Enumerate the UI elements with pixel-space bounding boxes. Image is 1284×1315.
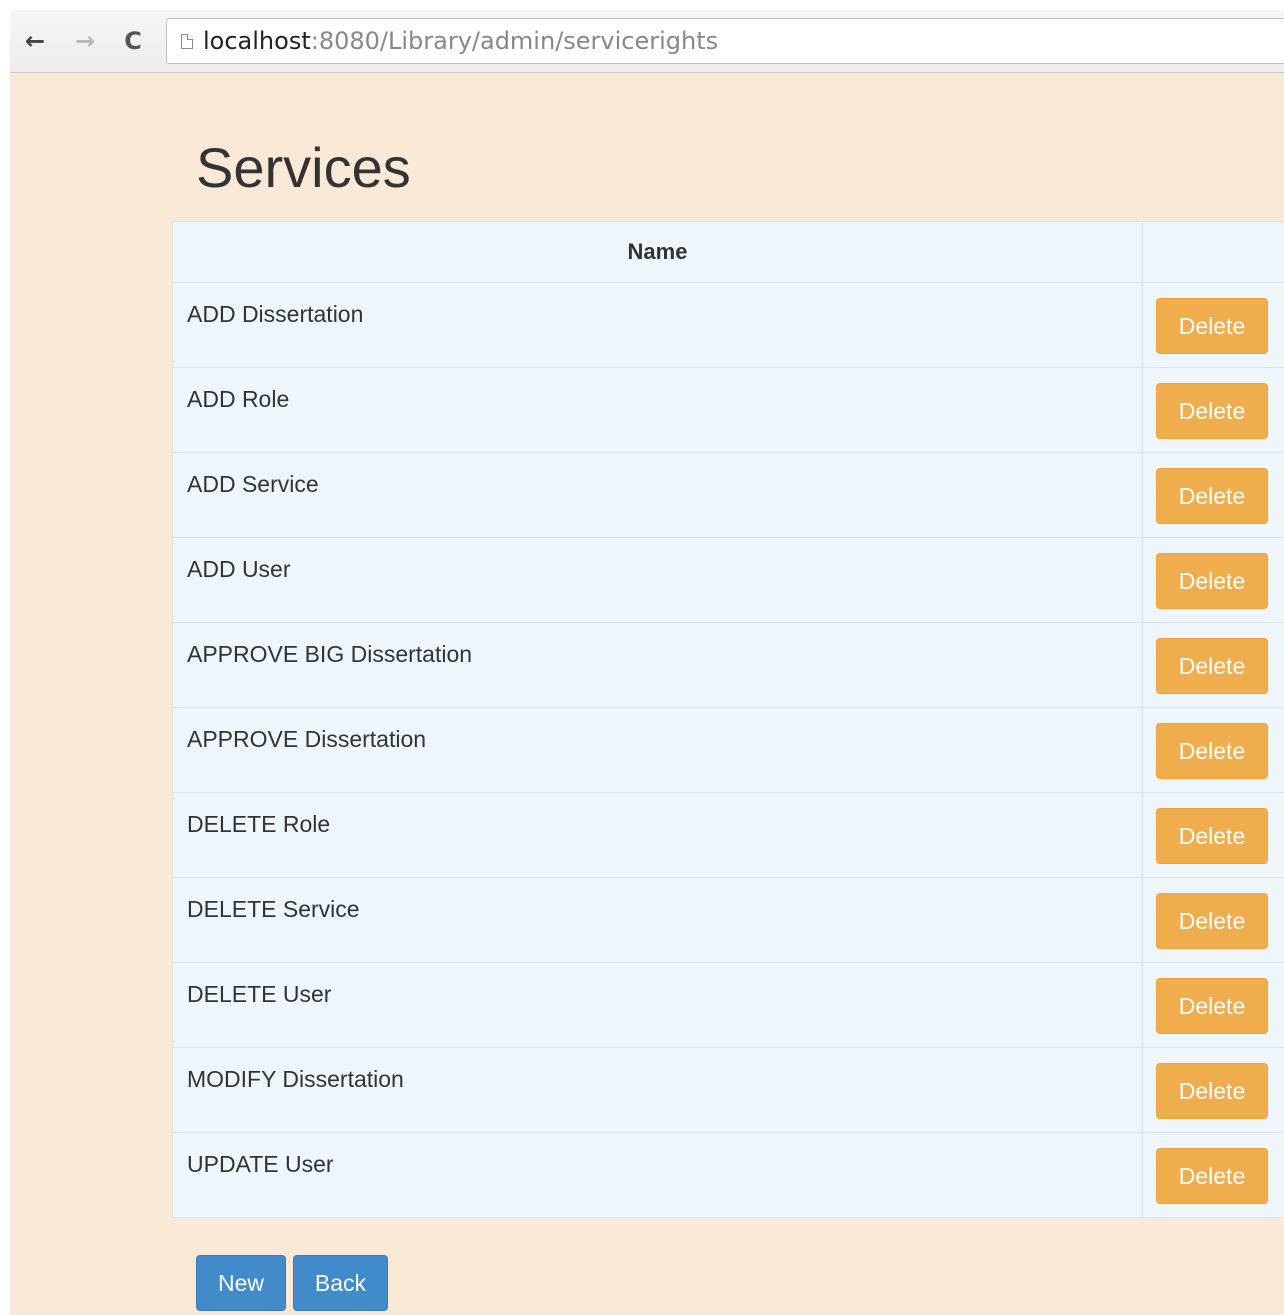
reload-icon[interactable]: C xyxy=(118,26,148,56)
delete-button[interactable]: Delete xyxy=(1156,383,1268,439)
delete-button[interactable]: Delete xyxy=(1156,638,1268,694)
service-name-cell: APPROVE BIG Dissertation xyxy=(173,623,1143,707)
url-host: localhost xyxy=(203,27,311,55)
url-path: :8080/Library/admin/servicerights xyxy=(310,27,719,55)
service-name-cell: DELETE Service xyxy=(173,878,1143,962)
service-name-cell: ADD User xyxy=(173,538,1143,622)
service-name-cell: DELETE Role xyxy=(173,793,1143,877)
table-row: UPDATE User Delete xyxy=(173,1132,1284,1217)
table-row: DELETE User Delete xyxy=(173,962,1284,1047)
service-action-cell: Delete xyxy=(1143,878,1284,962)
service-name: APPROVE BIG Dissertation xyxy=(187,641,473,667)
table-header-row: Name xyxy=(173,222,1284,282)
service-name: ADD Dissertation xyxy=(187,301,364,327)
service-action-cell: Delete xyxy=(1143,453,1284,537)
browser-toolbar: ← → C localhost:8080/Library/admin/servi… xyxy=(10,10,1284,73)
service-name: ADD Role xyxy=(187,386,290,412)
table-row: ADD Role Delete xyxy=(173,367,1284,452)
service-action-cell: Delete xyxy=(1143,963,1284,1047)
url-text: localhost:8080/Library/admin/servicerigh… xyxy=(203,27,718,55)
service-name: DELETE Service xyxy=(187,896,360,922)
forward-arrow-icon[interactable]: → xyxy=(70,26,100,56)
table-row: ADD Service Delete xyxy=(173,452,1284,537)
service-name: UPDATE User xyxy=(187,1151,334,1177)
service-action-cell: Delete xyxy=(1143,708,1284,792)
table-row: ADD Dissertation Delete xyxy=(173,282,1284,367)
column-header-name: Name xyxy=(173,222,1143,282)
table-row: MODIFY Dissertation Delete xyxy=(173,1047,1284,1132)
service-name-cell: ADD Role xyxy=(173,368,1143,452)
delete-button[interactable]: Delete xyxy=(1156,468,1268,524)
address-bar[interactable]: localhost:8080/Library/admin/servicerigh… xyxy=(166,18,1284,64)
service-name-cell: UPDATE User xyxy=(173,1133,1143,1217)
page-icon xyxy=(181,33,193,49)
service-name-cell: DELETE User xyxy=(173,963,1143,1047)
service-action-cell: Delete xyxy=(1143,793,1284,877)
delete-button[interactable]: Delete xyxy=(1156,808,1268,864)
service-name: DELETE User xyxy=(187,981,332,1007)
new-button[interactable]: New xyxy=(196,1255,286,1311)
service-action-cell: Delete xyxy=(1143,283,1284,367)
table-row: DELETE Role Delete xyxy=(173,792,1284,877)
delete-button[interactable]: Delete xyxy=(1156,978,1268,1034)
back-arrow-icon[interactable]: ← xyxy=(20,26,50,56)
table-row: APPROVE Dissertation Delete xyxy=(173,707,1284,792)
delete-button[interactable]: Delete xyxy=(1156,893,1268,949)
delete-button[interactable]: Delete xyxy=(1156,298,1268,354)
service-action-cell: Delete xyxy=(1143,538,1284,622)
service-name-cell: MODIFY Dissertation xyxy=(173,1048,1143,1132)
delete-button[interactable]: Delete xyxy=(1156,1063,1268,1119)
delete-button[interactable]: Delete xyxy=(1156,553,1268,609)
service-action-cell: Delete xyxy=(1143,1048,1284,1132)
service-action-cell: Delete xyxy=(1143,1133,1284,1217)
service-name-cell: ADD Dissertation xyxy=(173,283,1143,367)
table-row: APPROVE BIG Dissertation Delete xyxy=(173,622,1284,707)
table-row: DELETE Service Delete xyxy=(173,877,1284,962)
service-name-cell: ADD Service xyxy=(173,453,1143,537)
service-name-cell: APPROVE Dissertation xyxy=(173,708,1143,792)
back-button[interactable]: Back xyxy=(293,1255,388,1311)
service-name: ADD Service xyxy=(187,471,319,497)
page-content: Services Name ADD Dissertation Delete ADD … xyxy=(10,73,1284,1315)
service-name: DELETE Role xyxy=(187,811,331,837)
table-row: ADD User Delete xyxy=(173,537,1284,622)
column-header-action xyxy=(1143,222,1284,282)
delete-button[interactable]: Delete xyxy=(1156,1148,1268,1204)
delete-button[interactable]: Delete xyxy=(1156,723,1268,779)
services-table: Name ADD Dissertation Delete ADD Role Delet… xyxy=(172,221,1284,1218)
service-name: MODIFY Dissertation xyxy=(187,1066,404,1092)
page-title: Services xyxy=(196,136,411,199)
service-name: ADD User xyxy=(187,556,291,582)
service-action-cell: Delete xyxy=(1143,368,1284,452)
service-name: APPROVE Dissertation xyxy=(187,726,427,752)
service-action-cell: Delete xyxy=(1143,623,1284,707)
